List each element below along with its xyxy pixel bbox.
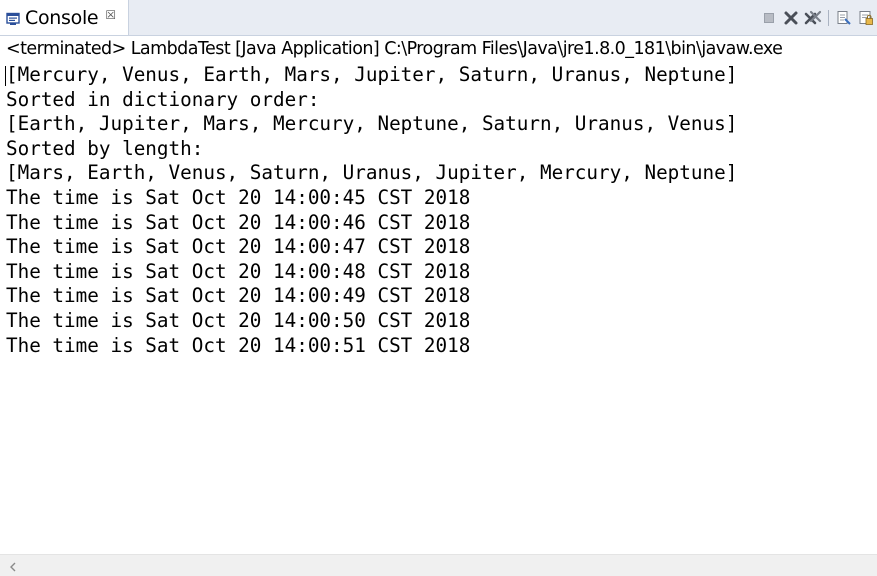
console-line: The time is Sat Oct 20 14:00:49 CST 2018 [6,284,471,308]
console-line: Sorted in dictionary order: [6,87,320,111]
console-output[interactable]: [Mercury, Venus, Earth, Mars, Jupiter, S… [0,62,877,554]
console-line: The time is Sat Oct 20 14:00:50 CST 2018 [6,308,471,332]
remove-launch-icon[interactable] [782,9,800,27]
launch-status: <terminated> LambdaTest [Java Applicatio… [6,39,783,59]
console-icon [6,11,20,25]
toolbar-separator [828,9,829,26]
scroll-lock-icon[interactable] [857,9,875,27]
console-line: The time is Sat Oct 20 14:00:48 CST 2018 [6,259,471,283]
console-line: Sorted by length: [6,136,204,160]
tab-label: Console [25,6,99,29]
console-view: Console ☒ <terminated> LambdaTest [Java … [0,0,877,576]
horizontal-scrollbar[interactable] [0,554,877,576]
console-toolbar [760,0,877,35]
text-caret [5,66,6,86]
remove-all-terminated-icon[interactable] [804,9,822,27]
console-line: [Mars, Earth, Venus, Saturn, Uranus, Jup… [6,161,738,185]
close-icon[interactable]: ☒ [105,9,116,21]
scroll-left-arrow-icon[interactable] [6,559,20,573]
console-line: The time is Sat Oct 20 14:00:46 CST 2018 [6,210,471,234]
console-line: The time is Sat Oct 20 14:00:51 CST 2018 [6,333,471,357]
console-line: The time is Sat Oct 20 14:00:47 CST 2018 [6,235,471,259]
console-line: [Mercury, Venus, Earth, Mars, Jupiter, S… [6,63,738,86]
clear-console-icon[interactable] [835,9,853,27]
console-line: The time is Sat Oct 20 14:00:45 CST 2018 [6,185,471,209]
view-tab-bar: Console ☒ [0,0,877,36]
console-line: [Earth, Jupiter, Mars, Mercury, Neptune,… [6,112,738,136]
terminate-icon[interactable] [760,9,778,27]
tab-console[interactable]: Console ☒ [0,0,129,35]
